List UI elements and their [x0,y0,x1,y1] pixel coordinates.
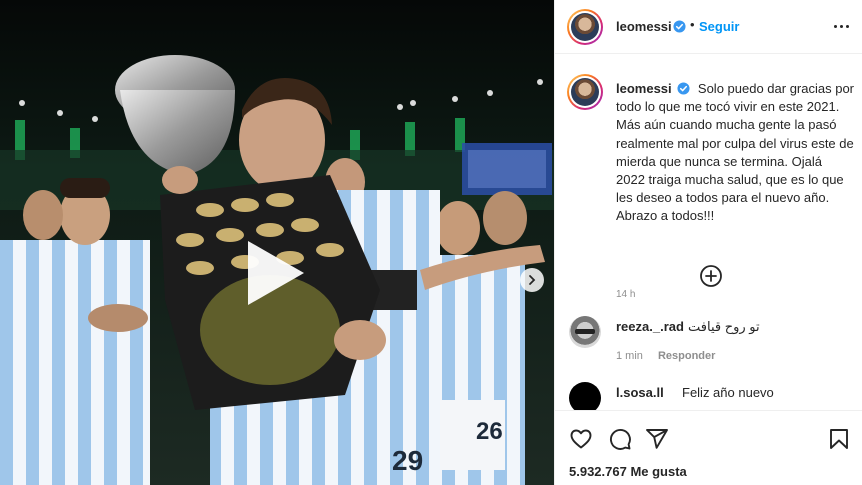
comment-username[interactable]: reeza._.rad [616,319,684,334]
play-icon [248,241,304,305]
comment-time[interactable]: 1 min [616,350,643,362]
reply-button[interactable]: Responder [658,350,715,362]
separator-dot: • [690,17,695,32]
jersey-number-1: 29 [392,445,424,476]
comment-icon[interactable] [608,427,632,451]
caption-avatar[interactable] [567,74,603,110]
load-more-comments-button[interactable] [699,264,723,288]
follow-button[interactable]: Seguir [699,19,739,34]
chevron-right-icon [529,275,536,285]
action-bar: 5.932.767 Me gusta [555,410,862,485]
comment-meta: 1 min Responder [616,350,715,362]
share-icon[interactable] [645,427,669,451]
post-header: leomessi • Seguir [555,0,862,54]
bookmark-icon[interactable] [827,427,851,451]
post-media[interactable]: 29 26 [0,0,554,485]
heart-icon[interactable] [569,427,593,451]
header-username[interactable]: leomessi [616,19,672,34]
verified-icon [673,20,686,33]
play-button[interactable] [238,237,310,309]
caption-body: Solo puedo dar gracias por todo lo que m… [616,81,855,224]
comment-item: reeza._.rad تو روح قیافت 1 min Responder [555,314,862,364]
comment-text: تو روح قیافت [688,319,760,334]
verified-icon [677,82,690,95]
next-media-button[interactable] [520,268,544,292]
jersey-number-2: 26 [476,418,503,445]
instagram-post: 29 26 leomessi • Seguir leomessi Solo pu… [0,0,862,485]
caption-username[interactable]: leomessi [616,81,672,96]
plus-circle-icon [700,265,722,287]
comment-text: Feliz año nuevo [682,385,774,400]
more-icon [833,24,837,28]
comment-avatar[interactable] [569,316,601,348]
more-options-button[interactable] [831,16,851,36]
comment-username[interactable]: l.sosa.ll [616,385,664,400]
likes-count[interactable]: 5.932.767 Me gusta [569,464,687,479]
caption-text: leomessi Solo puedo dar gracias por todo… [616,80,854,226]
avatar[interactable] [567,9,603,45]
caption-timestamp[interactable]: 14 h [616,289,635,300]
post-side-panel: leomessi • Seguir leomessi Solo puedo da… [554,0,862,485]
